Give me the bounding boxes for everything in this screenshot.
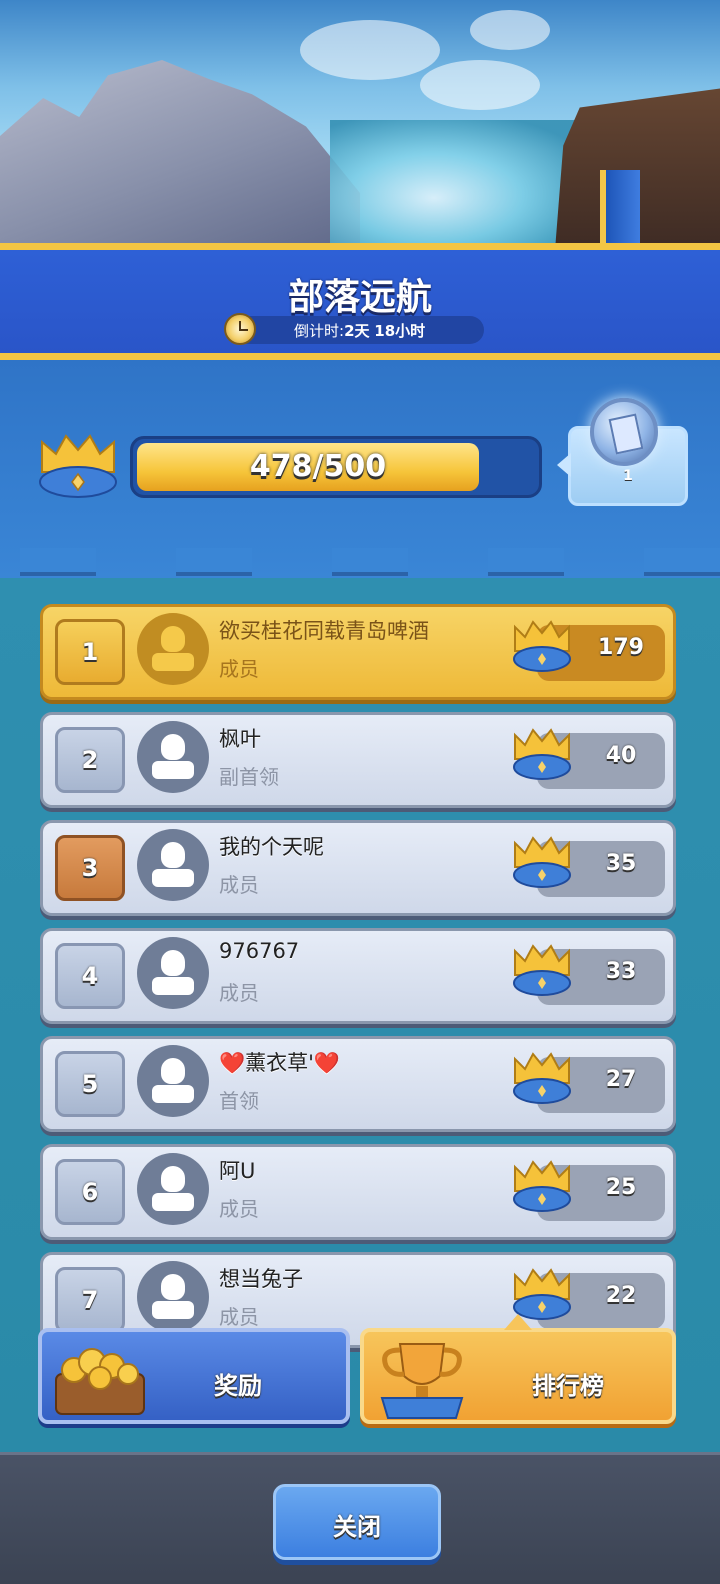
- player-role: 首领: [219, 1089, 259, 1113]
- crown-icon: [513, 944, 571, 996]
- countdown-text: 倒计时:2天 18小时: [294, 320, 425, 341]
- rank-number: 1: [81, 638, 99, 666]
- rank-badge: 1: [55, 619, 125, 685]
- crown-icon: [513, 1052, 571, 1104]
- clock-icon: [224, 313, 256, 345]
- member-row[interactable]: 5 ❤️薰衣草'❤️ 首领 27: [40, 1036, 676, 1132]
- player-score: 179: [598, 635, 644, 660]
- player-role: 成员: [219, 873, 259, 897]
- rank-badge: 2: [55, 727, 125, 793]
- trophy-icon: [380, 1343, 464, 1419]
- player-role: 成员: [219, 1197, 259, 1221]
- crown-icon: [39, 434, 117, 498]
- crown-icon: [513, 836, 571, 888]
- avatar-icon: [137, 1045, 209, 1117]
- avatar-icon: [137, 1153, 209, 1225]
- player-name: 阿U: [219, 1159, 256, 1183]
- rank-number: 2: [81, 746, 99, 774]
- rank-badge: 4: [55, 943, 125, 1009]
- rank-number: 7: [81, 1286, 99, 1314]
- player-role: 成员: [219, 657, 259, 681]
- avatar-icon: [137, 721, 209, 793]
- progress-text: 478/500: [249, 449, 387, 484]
- player-name: 976767: [219, 939, 300, 963]
- countdown-label: 倒计时:: [294, 322, 345, 340]
- card-coin-icon[interactable]: [590, 398, 658, 466]
- avatar-icon: [137, 829, 209, 901]
- player-score: 25: [605, 1175, 637, 1200]
- rank-badge: 7: [55, 1267, 125, 1333]
- player-role: 成员: [219, 981, 259, 1005]
- member-row[interactable]: 6 阿U 成员 25: [40, 1144, 676, 1240]
- player-score: 33: [605, 959, 637, 984]
- crown-icon: [513, 1160, 571, 1212]
- rank-number: 3: [81, 854, 99, 882]
- rank-number: 6: [81, 1178, 99, 1206]
- player-name: 欲买桂花同载青岛啤酒: [219, 619, 429, 643]
- sea-splash-art: [330, 120, 590, 250]
- member-row[interactable]: 3 我的个天呢 成员 35: [40, 820, 676, 916]
- avatar-icon: [137, 937, 209, 1009]
- castle-art: [0, 60, 360, 250]
- rank-number: 4: [81, 962, 99, 990]
- reward-count: 1: [623, 468, 633, 484]
- player-score: 22: [605, 1283, 637, 1308]
- member-row[interactable]: 2 枫叶 副首领 40: [40, 712, 676, 808]
- countdown-days: 2天: [344, 322, 370, 340]
- page-title: 部落远航: [287, 277, 432, 318]
- player-role: 副首领: [219, 765, 279, 789]
- player-role: 成员: [219, 1305, 259, 1329]
- progress-bar: 478/500: [130, 436, 542, 498]
- leaderboard-button[interactable]: 排行榜: [360, 1314, 676, 1424]
- rewards-label: 奖励: [214, 1372, 262, 1400]
- crown-icon: [513, 620, 571, 672]
- avatar-icon: [137, 613, 209, 685]
- player-score: 35: [605, 851, 637, 876]
- rewards-button[interactable]: 奖励: [38, 1328, 350, 1424]
- rank-badge: 3: [55, 835, 125, 901]
- member-row[interactable]: 1 欲买桂花同载青岛啤酒 成员 179: [40, 604, 676, 700]
- leaderboard-label: 排行榜: [532, 1372, 604, 1400]
- hero-banner: [0, 0, 720, 250]
- player-name: 想当兔子: [219, 1267, 303, 1291]
- crown-icon: [513, 728, 571, 780]
- rank-badge: 5: [55, 1051, 125, 1117]
- countdown-hours: 18小时: [374, 322, 426, 340]
- player-score: 27: [605, 1067, 637, 1092]
- countdown-pill: 倒计时:2天 18小时: [224, 313, 484, 345]
- battlement-divider: [0, 548, 720, 578]
- ship-flag-art: [600, 170, 640, 250]
- rank-number: 5: [81, 1070, 99, 1098]
- close-button[interactable]: 关闭: [273, 1484, 441, 1560]
- avatar-icon: [137, 1261, 209, 1333]
- member-row[interactable]: 4 976767 成员 33: [40, 928, 676, 1024]
- player-name: 我的个天呢: [219, 835, 324, 859]
- rank-badge: 6: [55, 1159, 125, 1225]
- close-label: 关闭: [333, 1513, 381, 1541]
- player-name: 枫叶: [219, 727, 261, 751]
- player-name: ❤️薰衣草'❤️: [219, 1051, 341, 1075]
- treasure-chest-icon: [55, 1348, 145, 1415]
- title-bar: 部落远航 倒计时:2天 18小时: [0, 243, 720, 360]
- player-score: 40: [605, 743, 637, 768]
